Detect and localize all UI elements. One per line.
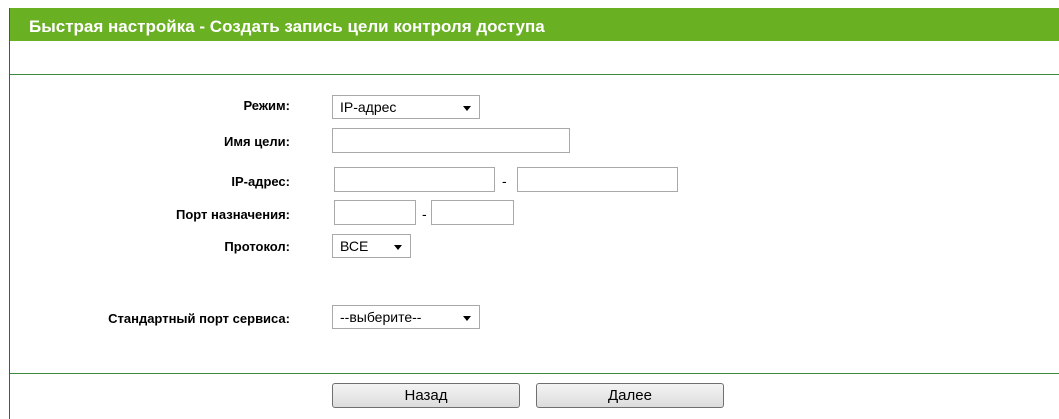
chevron-down-icon [463,316,471,321]
mode-select-value: IP-адрес [340,99,397,115]
service-port-select-value: --выберите-- [340,309,422,325]
top-divider [10,74,1059,75]
protocol-row: Протокол: [0,239,290,257]
service-port-label: Стандартный порт сервиса: [108,311,290,326]
ip-separator: - [502,173,507,189]
mode-select[interactable]: IP-адрес [332,95,480,119]
ip-row: IP-адрес: [0,174,290,192]
ip-label: IP-адрес: [231,174,290,189]
chevron-down-icon [394,245,402,250]
mode-row: Режим: [0,98,290,116]
service-port-row: Стандартный порт сервиса: [0,311,290,329]
mode-label: Режим: [243,98,290,113]
ip-start-input[interactable] [334,167,495,192]
target-name-input[interactable] [332,128,570,153]
protocol-select[interactable]: ВСЕ [332,234,411,258]
page-title: Быстрая настройка - Создать запись цели … [29,17,545,36]
protocol-label: Протокол: [224,239,290,254]
title-bar: Быстрая настройка - Создать запись цели … [10,8,1059,41]
port-row: Порт назначения: [0,207,290,225]
protocol-select-value: ВСЕ [340,238,369,254]
chevron-down-icon [463,106,471,111]
target-name-label: Имя цели: [224,134,290,149]
port-label: Порт назначения: [175,207,290,222]
target-name-row: Имя цели: [0,134,290,152]
port-separator: - [422,206,427,222]
service-port-select[interactable]: --выберите-- [332,305,480,329]
port-start-input[interactable] [334,200,416,225]
next-button[interactable]: Далее [536,383,724,408]
port-end-input[interactable] [431,200,514,225]
back-button[interactable]: Назад [332,383,520,408]
ip-end-input[interactable] [517,167,678,192]
bottom-divider [10,373,1059,374]
